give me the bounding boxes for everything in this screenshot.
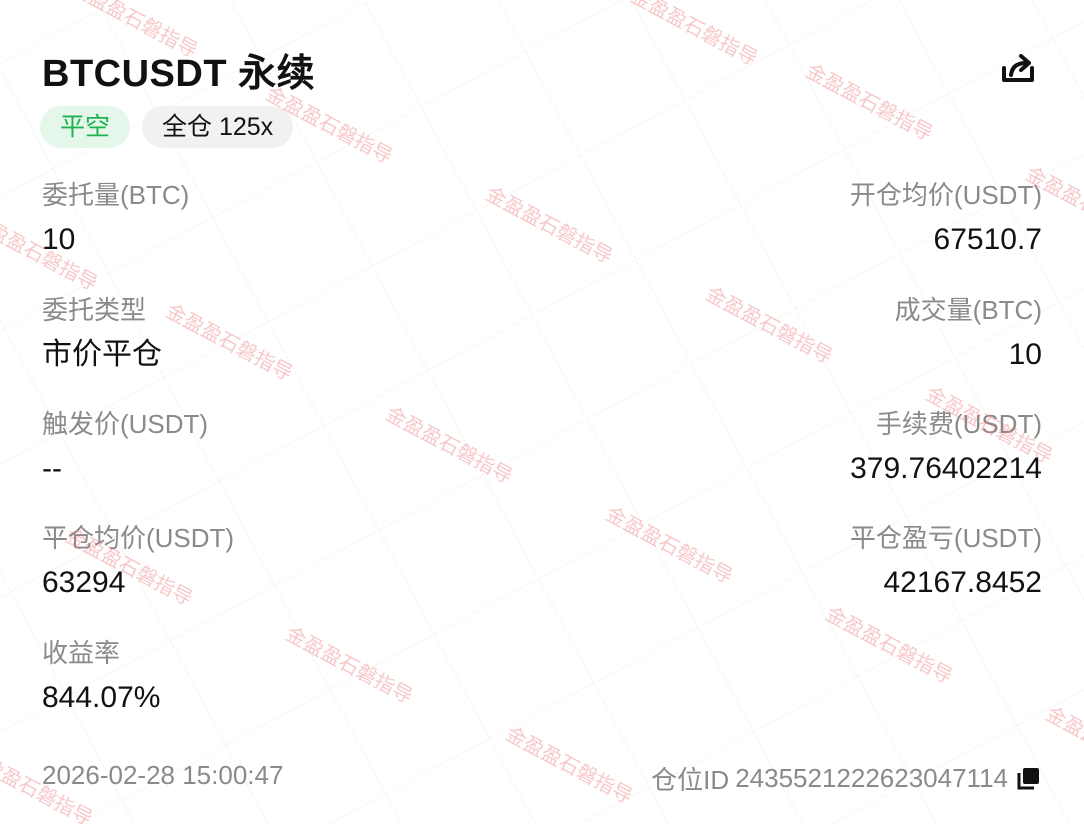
fee-field: 手续费(USDT) 379.76402214 bbox=[850, 407, 1042, 489]
position-id-row: 仓位ID 2435521222623047114 bbox=[651, 760, 1042, 797]
open-avg-price-label: 开仓均价(USDT) bbox=[849, 180, 1042, 210]
order-timestamp: 2026-02-28 15:00:47 bbox=[42, 760, 284, 790]
filled-qty-field: 成交量(BTC) 10 bbox=[895, 293, 1042, 375]
margin-mode-badge: 全仓 125x bbox=[142, 106, 294, 148]
fee-label: 手续费(USDT) bbox=[875, 409, 1042, 439]
close-pnl-value: 42167.8452 bbox=[883, 566, 1043, 599]
trigger-price-label: 触发价(USDT) bbox=[42, 409, 209, 439]
page-title: BTCUSDT 永续 bbox=[42, 53, 316, 95]
order-type-field: 委托类型 市价平仓 bbox=[42, 293, 162, 375]
close-pnl-field: 平仓盈亏(USDT) 42167.8452 bbox=[850, 521, 1042, 603]
order-qty-field: 委托量(BTC) 10 bbox=[42, 178, 189, 260]
close-pnl-label: 平仓盈亏(USDT) bbox=[849, 523, 1042, 553]
trigger-price-value: -- bbox=[42, 452, 62, 485]
order-qty-value: 10 bbox=[42, 223, 76, 256]
trigger-price-field: 触发价(USDT) -- bbox=[42, 407, 208, 489]
copy-icon bbox=[1017, 767, 1039, 789]
order-qty-label: 委托量(BTC) bbox=[42, 180, 190, 210]
close-avg-price-field: 平仓均价(USDT) 63294 bbox=[42, 521, 234, 603]
position-id-label: 仓位ID bbox=[651, 765, 730, 795]
order-type-label: 委托类型 bbox=[42, 295, 147, 325]
close-avg-price-label: 平仓均价(USDT) bbox=[42, 523, 235, 553]
position-id-value: 2435521222623047114 bbox=[735, 763, 1008, 793]
roi-label: 收益率 bbox=[42, 638, 121, 668]
roi-field: 收益率 844.07% bbox=[42, 636, 160, 718]
share-icon bbox=[1002, 54, 1034, 82]
roi-value: 844.07% bbox=[42, 681, 161, 714]
open-avg-price-field: 开仓均价(USDT) 67510.7 bbox=[850, 178, 1042, 260]
filled-qty-label: 成交量(BTC) bbox=[894, 295, 1042, 325]
fee-value: 379.76402214 bbox=[850, 452, 1042, 485]
order-type-value: 市价平仓 bbox=[42, 338, 162, 371]
copy-position-id-button[interactable] bbox=[1014, 765, 1042, 793]
badge-row: 平空 全仓 125x bbox=[40, 106, 294, 148]
share-button[interactable] bbox=[996, 46, 1040, 90]
side-badge: 平空 bbox=[40, 106, 131, 148]
order-detail-card: BTCUSDT 永续 平空 全仓 125x 委托量(BTC) 10 开仓均价(U… bbox=[0, 0, 1084, 824]
close-avg-price-value: 63294 bbox=[42, 566, 126, 599]
open-avg-price-value: 67510.7 bbox=[933, 223, 1042, 256]
filled-qty-value: 10 bbox=[1008, 338, 1042, 371]
